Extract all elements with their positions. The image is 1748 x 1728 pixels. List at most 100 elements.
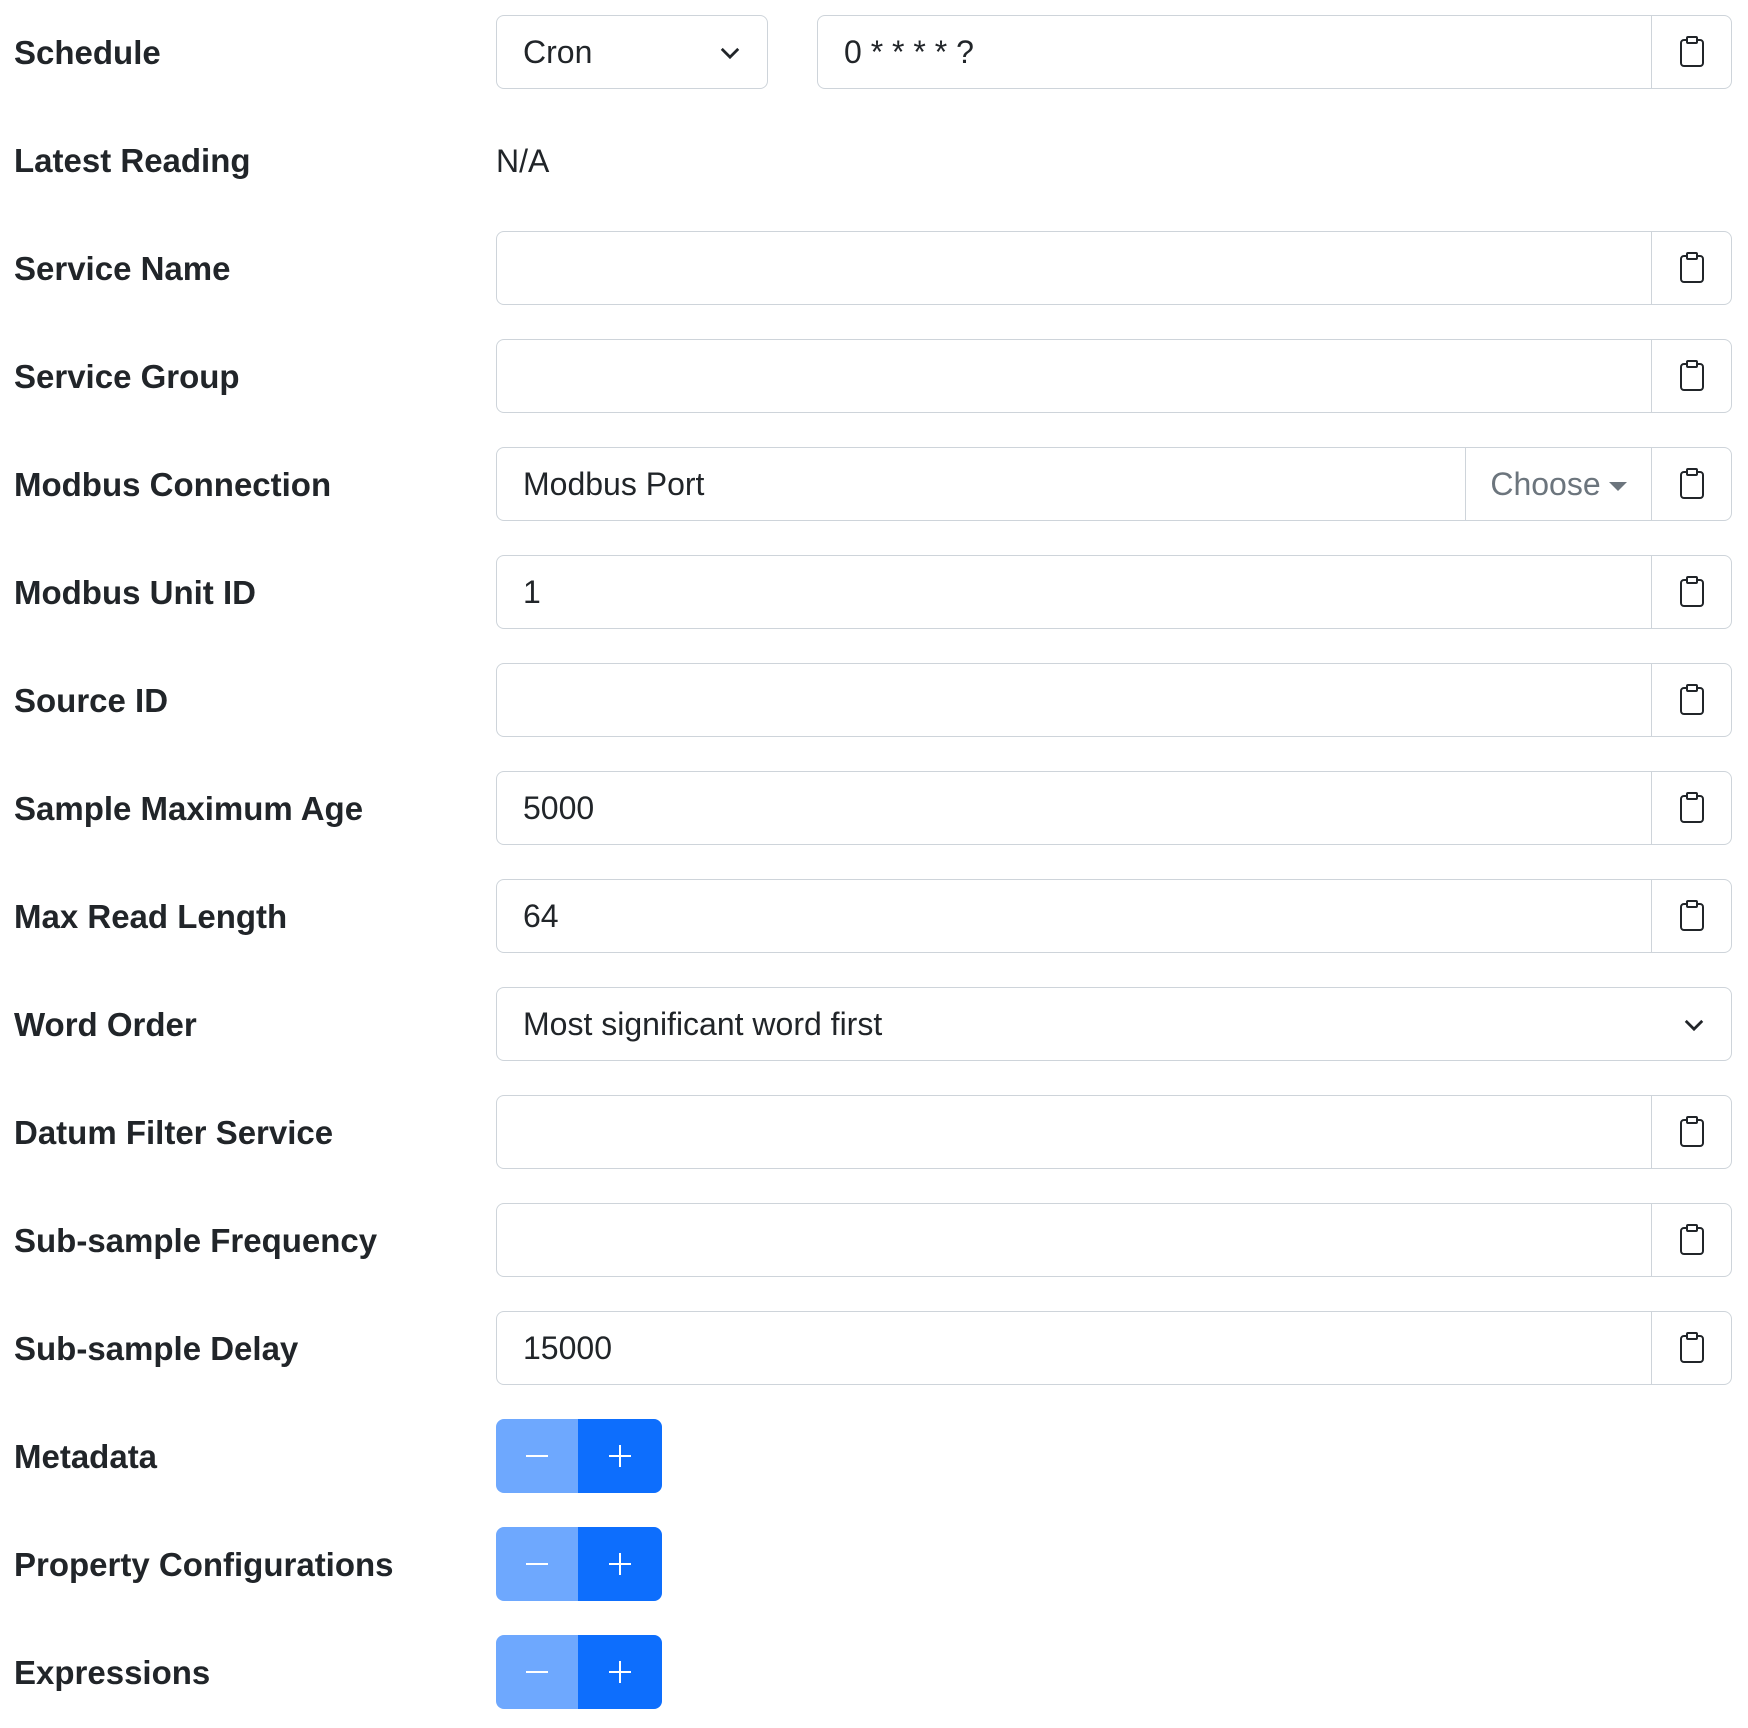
expressions-add-button[interactable] xyxy=(578,1635,662,1709)
row-property-configurations: Property Configurations xyxy=(0,1527,1748,1603)
plus-icon xyxy=(609,1661,631,1683)
caret-down-icon xyxy=(1608,481,1627,491)
word-order-select[interactable]: Most significant word first xyxy=(496,987,1732,1061)
clipboard-icon xyxy=(1679,36,1704,67)
word-order-value: Most significant word first xyxy=(523,1006,883,1042)
minus-icon xyxy=(526,1455,548,1457)
service-group-input[interactable] xyxy=(497,340,1651,412)
latest-reading-value: N/A xyxy=(496,143,550,179)
row-service-name: Service Name xyxy=(0,231,1748,307)
chevron-down-icon xyxy=(1684,1019,1704,1032)
source-id-label: Source ID xyxy=(14,682,169,719)
modbus-unit-id-input[interactable]: 1 xyxy=(497,556,1651,628)
row-metadata: Metadata xyxy=(0,1419,1748,1495)
row-expressions: Expressions xyxy=(0,1635,1748,1711)
clipboard-icon xyxy=(1679,792,1704,823)
modbus-unit-id-label: Modbus Unit ID xyxy=(14,574,256,611)
sub-sample-frequency-input[interactable] xyxy=(497,1204,1651,1276)
choose-label: Choose xyxy=(1490,465,1601,502)
datum-filter-service-copy-button[interactable] xyxy=(1651,1096,1731,1168)
clipboard-icon xyxy=(1679,1224,1704,1255)
word-order-label: Word Order xyxy=(14,1006,197,1043)
metadata-remove-button[interactable] xyxy=(496,1419,578,1493)
source-id-input[interactable] xyxy=(497,664,1651,736)
sample-maximum-age-label: Sample Maximum Age xyxy=(14,790,364,827)
service-group-group xyxy=(496,339,1732,413)
clipboard-icon xyxy=(1679,900,1704,931)
sub-sample-frequency-group xyxy=(496,1203,1732,1277)
row-word-order: Word Order Most significant word first xyxy=(0,987,1748,1063)
property-configurations-remove-button[interactable] xyxy=(496,1527,578,1601)
row-datum-filter-service: Datum Filter Service xyxy=(0,1095,1748,1171)
plus-icon xyxy=(609,1553,631,1575)
schedule-type-select[interactable]: Cron xyxy=(496,15,768,89)
modbus-connection-choose-button[interactable]: Choose xyxy=(1465,448,1651,520)
sub-sample-frequency-copy-button[interactable] xyxy=(1651,1204,1731,1276)
row-sub-sample-delay: Sub-sample Delay 15000 xyxy=(0,1311,1748,1387)
property-configurations-stepper xyxy=(496,1527,662,1601)
max-read-length-group: 64 xyxy=(496,879,1732,953)
sub-sample-delay-label: Sub-sample Delay xyxy=(14,1330,299,1367)
row-schedule: Schedule Cron 0 * * * * ? xyxy=(0,15,1748,91)
modbus-unit-id-copy-button[interactable] xyxy=(1651,556,1731,628)
metadata-label: Metadata xyxy=(14,1438,158,1475)
schedule-cron-input[interactable]: 0 * * * * ? xyxy=(818,16,1651,88)
schedule-type-value: Cron xyxy=(523,34,593,70)
service-group-copy-button[interactable] xyxy=(1651,340,1731,412)
service-name-group xyxy=(496,231,1732,305)
minus-icon xyxy=(526,1563,548,1565)
datum-filter-service-input[interactable] xyxy=(497,1096,1651,1168)
row-sub-sample-frequency: Sub-sample Frequency xyxy=(0,1203,1748,1279)
max-read-length-copy-button[interactable] xyxy=(1651,880,1731,952)
modbus-unit-id-group: 1 xyxy=(496,555,1732,629)
modbus-connection-label: Modbus Connection xyxy=(14,466,332,503)
sub-sample-delay-input[interactable]: 15000 xyxy=(497,1312,1651,1384)
service-name-label: Service Name xyxy=(14,250,231,287)
max-read-length-label: Max Read Length xyxy=(14,898,288,935)
property-configurations-add-button[interactable] xyxy=(578,1527,662,1601)
clipboard-icon xyxy=(1679,360,1704,391)
schedule-label: Schedule xyxy=(14,34,161,71)
row-source-id: Source ID xyxy=(0,663,1748,739)
plus-icon xyxy=(609,1445,631,1467)
clipboard-icon xyxy=(1679,468,1704,499)
latest-reading-label: Latest Reading xyxy=(14,142,251,179)
metadata-add-button[interactable] xyxy=(578,1419,662,1493)
clipboard-icon xyxy=(1679,1116,1704,1147)
row-latest-reading: Latest Reading N/A xyxy=(0,123,1748,199)
clipboard-icon xyxy=(1679,1332,1704,1363)
row-max-read-length: Max Read Length 64 xyxy=(0,879,1748,955)
source-id-copy-button[interactable] xyxy=(1651,664,1731,736)
clipboard-icon xyxy=(1679,576,1704,607)
sub-sample-frequency-label: Sub-sample Frequency xyxy=(14,1222,378,1259)
modbus-connection-copy-button[interactable] xyxy=(1651,448,1731,520)
row-sample-maximum-age: Sample Maximum Age 5000 xyxy=(0,771,1748,847)
clipboard-icon xyxy=(1679,684,1704,715)
max-read-length-input[interactable]: 64 xyxy=(497,880,1651,952)
metadata-stepper xyxy=(496,1419,662,1493)
sub-sample-delay-group: 15000 xyxy=(496,1311,1732,1385)
service-name-copy-button[interactable] xyxy=(1651,232,1731,304)
datum-filter-service-label: Datum Filter Service xyxy=(14,1114,334,1151)
schedule-cron-group: 0 * * * * ? xyxy=(817,15,1732,89)
sample-maximum-age-group: 5000 xyxy=(496,771,1732,845)
row-modbus-connection: Modbus Connection Modbus Port Choose xyxy=(0,447,1748,523)
expressions-stepper xyxy=(496,1635,662,1709)
minus-icon xyxy=(526,1671,548,1673)
expressions-label: Expressions xyxy=(14,1654,211,1691)
modbus-connection-input[interactable]: Modbus Port xyxy=(497,448,1465,520)
source-id-group xyxy=(496,663,1732,737)
sample-maximum-age-input[interactable]: 5000 xyxy=(497,772,1651,844)
sub-sample-delay-copy-button[interactable] xyxy=(1651,1312,1731,1384)
datum-filter-service-group xyxy=(496,1095,1732,1169)
chevron-down-icon xyxy=(720,47,740,60)
row-service-group: Service Group xyxy=(0,339,1748,415)
schedule-copy-button[interactable] xyxy=(1651,16,1731,88)
row-modbus-unit-id: Modbus Unit ID 1 xyxy=(0,555,1748,631)
expressions-remove-button[interactable] xyxy=(496,1635,578,1709)
property-configurations-label: Property Configurations xyxy=(14,1546,394,1583)
service-group-label: Service Group xyxy=(14,358,240,395)
sample-maximum-age-copy-button[interactable] xyxy=(1651,772,1731,844)
clipboard-icon xyxy=(1679,252,1704,283)
service-name-input[interactable] xyxy=(497,232,1651,304)
